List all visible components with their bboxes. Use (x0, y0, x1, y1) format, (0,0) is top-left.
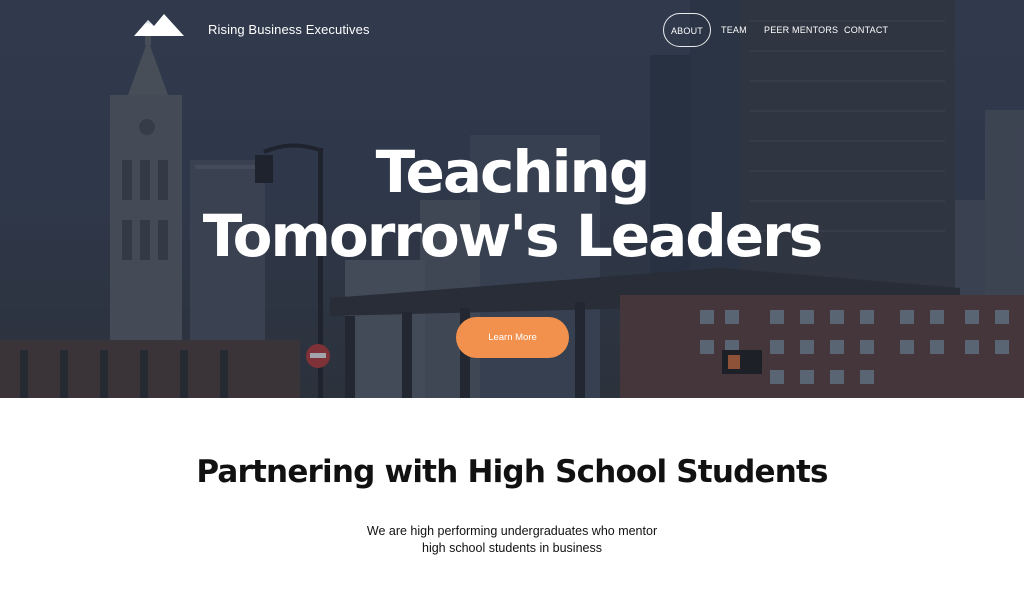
hero-title-line-2: Tomorrow's Leaders (202, 202, 824, 270)
section-description-line-2: high school students in business (422, 541, 602, 555)
hero-section: Rising Business Executives About Team Pe… (0, 0, 1024, 398)
hero-title-line-1: Teaching (375, 138, 651, 206)
hero-title: Teaching Tomorrow's Leaders (0, 140, 1024, 268)
section-description: We are high performing undergraduates wh… (0, 523, 1024, 557)
section-description-line-1: We are high performing undergraduates wh… (366, 524, 658, 538)
top-navigation: Rising Business Executives About Team Pe… (0, 0, 1024, 60)
nav-link-about[interactable]: About (663, 13, 711, 47)
nav-link-contact[interactable]: Contact (844, 13, 888, 47)
nav-link-team[interactable]: Team (721, 13, 747, 47)
intro-section: Partnering with High School Students We … (0, 398, 1024, 594)
section-title: Partnering with High School Students (196, 454, 828, 490)
brand-name[interactable]: Rising Business Executives (208, 22, 370, 37)
learn-more-button[interactable]: Learn More (456, 317, 569, 358)
nav-link-peer-mentors[interactable]: Peer Mentors (764, 13, 838, 47)
mountain-icon[interactable] (134, 14, 184, 38)
